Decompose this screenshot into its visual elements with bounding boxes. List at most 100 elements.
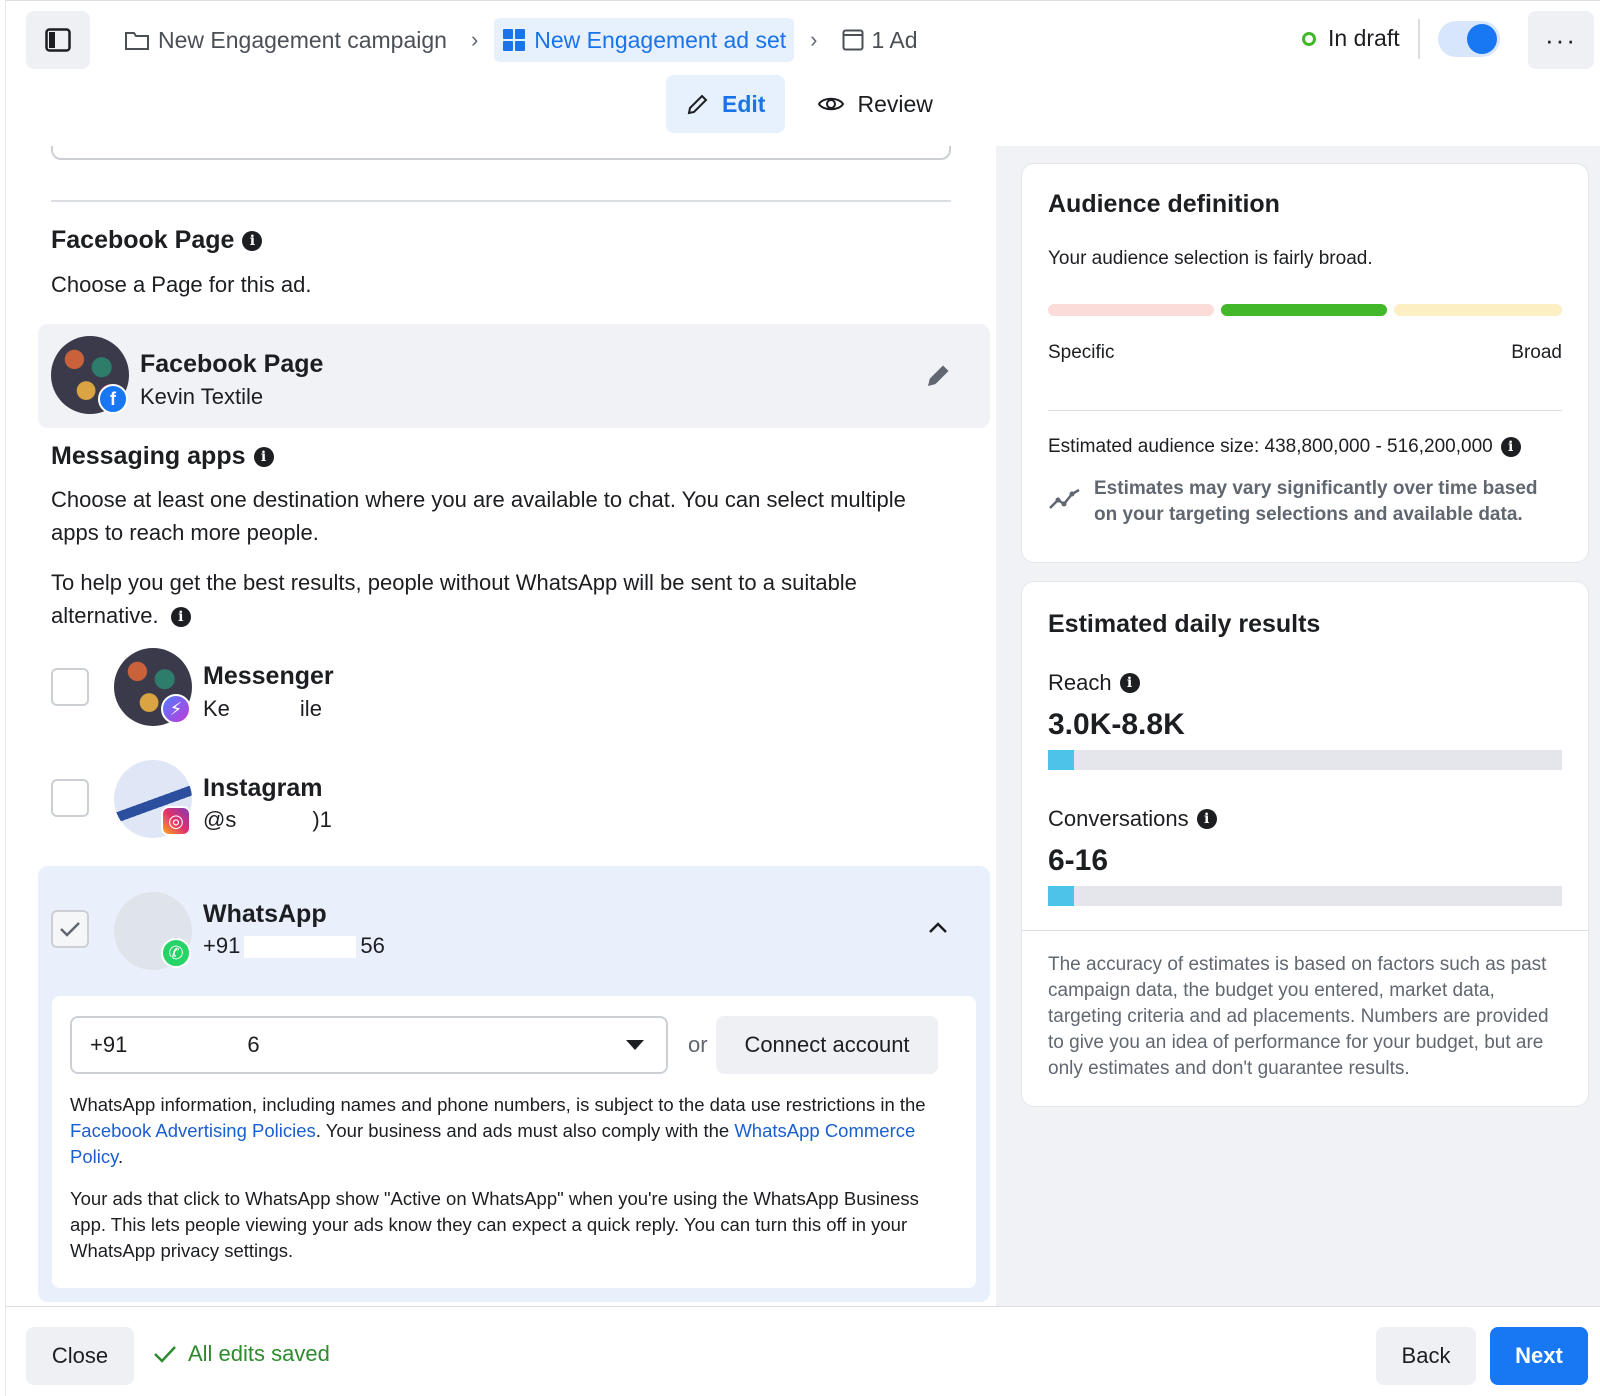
edit-pencil-icon[interactable] (926, 362, 952, 388)
instagram-checkbox[interactable] (51, 779, 89, 817)
whatsapp-account-end: 56 (360, 933, 385, 958)
checkmark-icon (60, 922, 80, 937)
info-icon[interactable]: i (253, 446, 274, 467)
trend-icon (1049, 488, 1080, 509)
policy-text-3: . (117, 1146, 124, 1167)
status-dot-icon (1302, 31, 1316, 46)
breadcrumb-campaign-label: New Engagement campaign (158, 26, 447, 53)
toggle-knob (1467, 24, 1497, 54)
messenger-icon: ⚡ (161, 694, 191, 724)
previous-input[interactable] (51, 146, 951, 160)
meter-left-label: Specific (1048, 342, 1115, 363)
conversations-value: 6-16 (1048, 844, 1109, 877)
conversations-bar-fill (1048, 886, 1074, 906)
whatsapp-checkbox[interactable] (51, 910, 89, 948)
chevron-right-icon: › (810, 27, 818, 52)
whatsapp-icon: ✆ (161, 938, 191, 968)
whatsapp-account: +91 56 (203, 933, 385, 959)
facebook-advertising-policies-link[interactable]: Facebook Advertising Policies (70, 1120, 316, 1141)
tab-edit-label: Edit (722, 90, 766, 117)
info-icon[interactable]: i (1196, 809, 1217, 829)
divider (1048, 410, 1562, 411)
breadcrumb-campaign[interactable]: New Engagement campaign (116, 18, 455, 62)
tab-review[interactable]: Review (797, 75, 952, 133)
check-icon (154, 1346, 176, 1363)
facebook-page-subtitle: Choose a Page for this ad. (51, 272, 312, 297)
sidebar-toggle-button[interactable] (26, 11, 90, 69)
chevron-up-icon[interactable] (928, 920, 948, 934)
messaging-apps-heading: Messaging apps i (51, 442, 274, 471)
audience-title: Audience definition (1048, 190, 1280, 218)
selected-page-card[interactable]: f Facebook Page Kevin Textile (38, 324, 990, 428)
facebook-icon: f (98, 384, 128, 414)
breadcrumb: New Engagement campaign › New Engagement… (116, 17, 926, 63)
messenger-account-end: ile (299, 696, 322, 721)
next-button[interactable]: Next (1490, 1327, 1588, 1385)
phone-value: +91 (90, 1032, 128, 1057)
messenger-name: Messenger (203, 662, 334, 690)
audience-size: Estimated audience size: 438,800,000 - 5… (1048, 436, 1521, 458)
page-name: Facebook Page (140, 350, 324, 378)
divider (1418, 19, 1420, 59)
whatsapp-number-select[interactable]: +91 6 (70, 1016, 668, 1074)
breadcrumb-ad-label: 1 Ad (871, 26, 918, 53)
or-label: or (688, 1032, 708, 1057)
info-icon[interactable]: i (1500, 437, 1521, 457)
back-button[interactable]: Back (1376, 1327, 1476, 1385)
reach-bar (1048, 750, 1562, 770)
messaging-apps-title: Messaging apps (51, 442, 246, 470)
messenger-checkbox[interactable] (51, 668, 89, 706)
policy-text-2: . Your business and ads must also comply… (315, 1120, 735, 1141)
whatsapp-settings: +91 6 or Connect account WhatsApp inform… (52, 996, 976, 1288)
audience-summary: Your audience selection is fairly broad. (1048, 248, 1373, 269)
instagram-account-end: )1 (312, 807, 332, 832)
reach-bar-fill (1048, 750, 1074, 770)
tab-review-label: Review (857, 90, 933, 117)
connect-account-button[interactable]: Connect account (716, 1016, 938, 1074)
info-icon[interactable]: i (170, 607, 191, 628)
divider (51, 200, 951, 202)
page-account: Kevin Textile (140, 384, 264, 409)
grid-icon (503, 29, 526, 51)
messaging-description: Choose at least one destination where yo… (51, 487, 906, 545)
more-icon: ··· (1545, 24, 1577, 55)
whatsapp-policy-text: WhatsApp information, including names an… (70, 1092, 950, 1170)
audience-note: Estimates may vary significantly over ti… (1094, 478, 1538, 525)
estimated-daily-results-card: Estimated daily results Reach i 3.0K-8.8… (1022, 582, 1588, 1106)
messaging-help-text: To help you get the best results, people… (51, 566, 931, 632)
breadcrumb-adset-label: New Engagement ad set (534, 26, 787, 53)
caret-down-icon (626, 1040, 644, 1050)
top-bar: New Engagement campaign › New Engagement… (6, 0, 1600, 146)
conversations-heading: Conversations i (1048, 806, 1217, 832)
whatsapp-panel: ✆ WhatsApp +91 56 +91 6 or Connect accoun… (38, 866, 990, 1302)
info-icon[interactable]: i (1119, 673, 1140, 693)
reach-label: Reach (1048, 670, 1112, 695)
chevron-right-icon: › (470, 27, 479, 52)
info-icon[interactable]: i (242, 230, 263, 251)
messenger-account-start: Ke (203, 696, 230, 721)
breadcrumb-adset[interactable]: New Engagement ad set (494, 18, 795, 62)
facebook-page-heading: Facebook Page i (51, 226, 263, 255)
breadcrumb-ad[interactable]: 1 Ad (834, 18, 926, 62)
ad-window-icon (842, 29, 863, 51)
daily-results-title: Estimated daily results (1048, 610, 1321, 638)
meter-middle (1221, 304, 1387, 316)
meter-specific (1048, 304, 1214, 316)
more-options-button[interactable]: ··· (1528, 11, 1594, 69)
whatsapp-active-note: Your ads that click to WhatsApp show "Ac… (70, 1188, 919, 1261)
facebook-page-title: Facebook Page (51, 226, 235, 254)
meter-broad (1394, 304, 1562, 316)
estimates-disclaimer: The accuracy of estimates is based on fa… (1048, 954, 1549, 1079)
sidebar-icon (45, 28, 71, 52)
folder-icon (125, 32, 149, 50)
close-button[interactable]: Close (26, 1327, 134, 1385)
status-badge: In draft (1302, 25, 1400, 52)
pencil-icon (687, 94, 708, 115)
messenger-account: Ke ile (203, 696, 322, 722)
tab-edit[interactable]: Edit (666, 75, 786, 133)
footer-bar: Close All edits saved Back Next (6, 1306, 1600, 1396)
audience-size-label: Estimated audience size: 438,800,000 - 5… (1048, 436, 1493, 457)
whatsapp-name: WhatsApp (203, 900, 327, 928)
meter-right-label: Broad (1511, 342, 1562, 363)
publish-toggle[interactable] (1438, 21, 1500, 57)
